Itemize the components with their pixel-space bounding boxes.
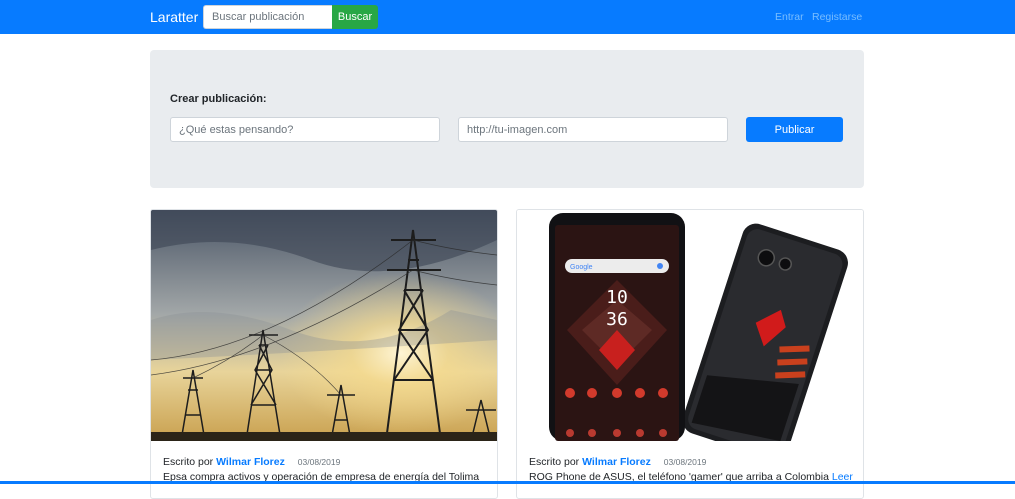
post-meta: Escrito por Wilmar Florez 03/08/2019 xyxy=(163,456,340,468)
post-content-input[interactable] xyxy=(170,117,440,142)
post-date: 03/08/2019 xyxy=(297,457,341,467)
phone-clock-hour: 10 xyxy=(606,287,628,308)
written-by-label: Escrito por xyxy=(529,456,580,468)
post-image-rog-phone: Google 10 36 xyxy=(517,210,863,441)
navbar: Laratter Buscar Entrar Registarse xyxy=(0,0,1015,34)
search-button[interactable]: Buscar xyxy=(332,5,378,29)
post-meta: Escrito por Wilmar Florez 03/08/2019 xyxy=(529,456,706,468)
phone-clock-minute: 36 xyxy=(606,309,628,330)
post-date: 03/08/2019 xyxy=(663,457,707,467)
publish-button[interactable]: Publicar xyxy=(746,117,843,142)
post-card: Google 10 36 Escrito por Wilmar Florez 0… xyxy=(516,209,864,499)
author-link[interactable]: Wilmar Florez xyxy=(216,456,285,468)
login-link[interactable]: Entrar xyxy=(775,11,804,23)
brand-logo[interactable]: Laratter xyxy=(150,9,198,25)
svg-text:Google: Google xyxy=(570,264,593,271)
post-image-power-towers xyxy=(151,210,497,441)
post-card: Escrito por Wilmar Florez 03/08/2019 Eps… xyxy=(150,209,498,499)
create-post-panel: Crear publicación: Publicar xyxy=(150,50,864,188)
author-link[interactable]: Wilmar Florez xyxy=(582,456,651,468)
written-by-label: Escrito por xyxy=(163,456,214,468)
search-input[interactable] xyxy=(203,5,332,29)
create-post-label: Crear publicación: xyxy=(170,93,267,105)
post-image-url-input[interactable] xyxy=(458,117,728,142)
register-link[interactable]: Registarse xyxy=(812,11,862,23)
